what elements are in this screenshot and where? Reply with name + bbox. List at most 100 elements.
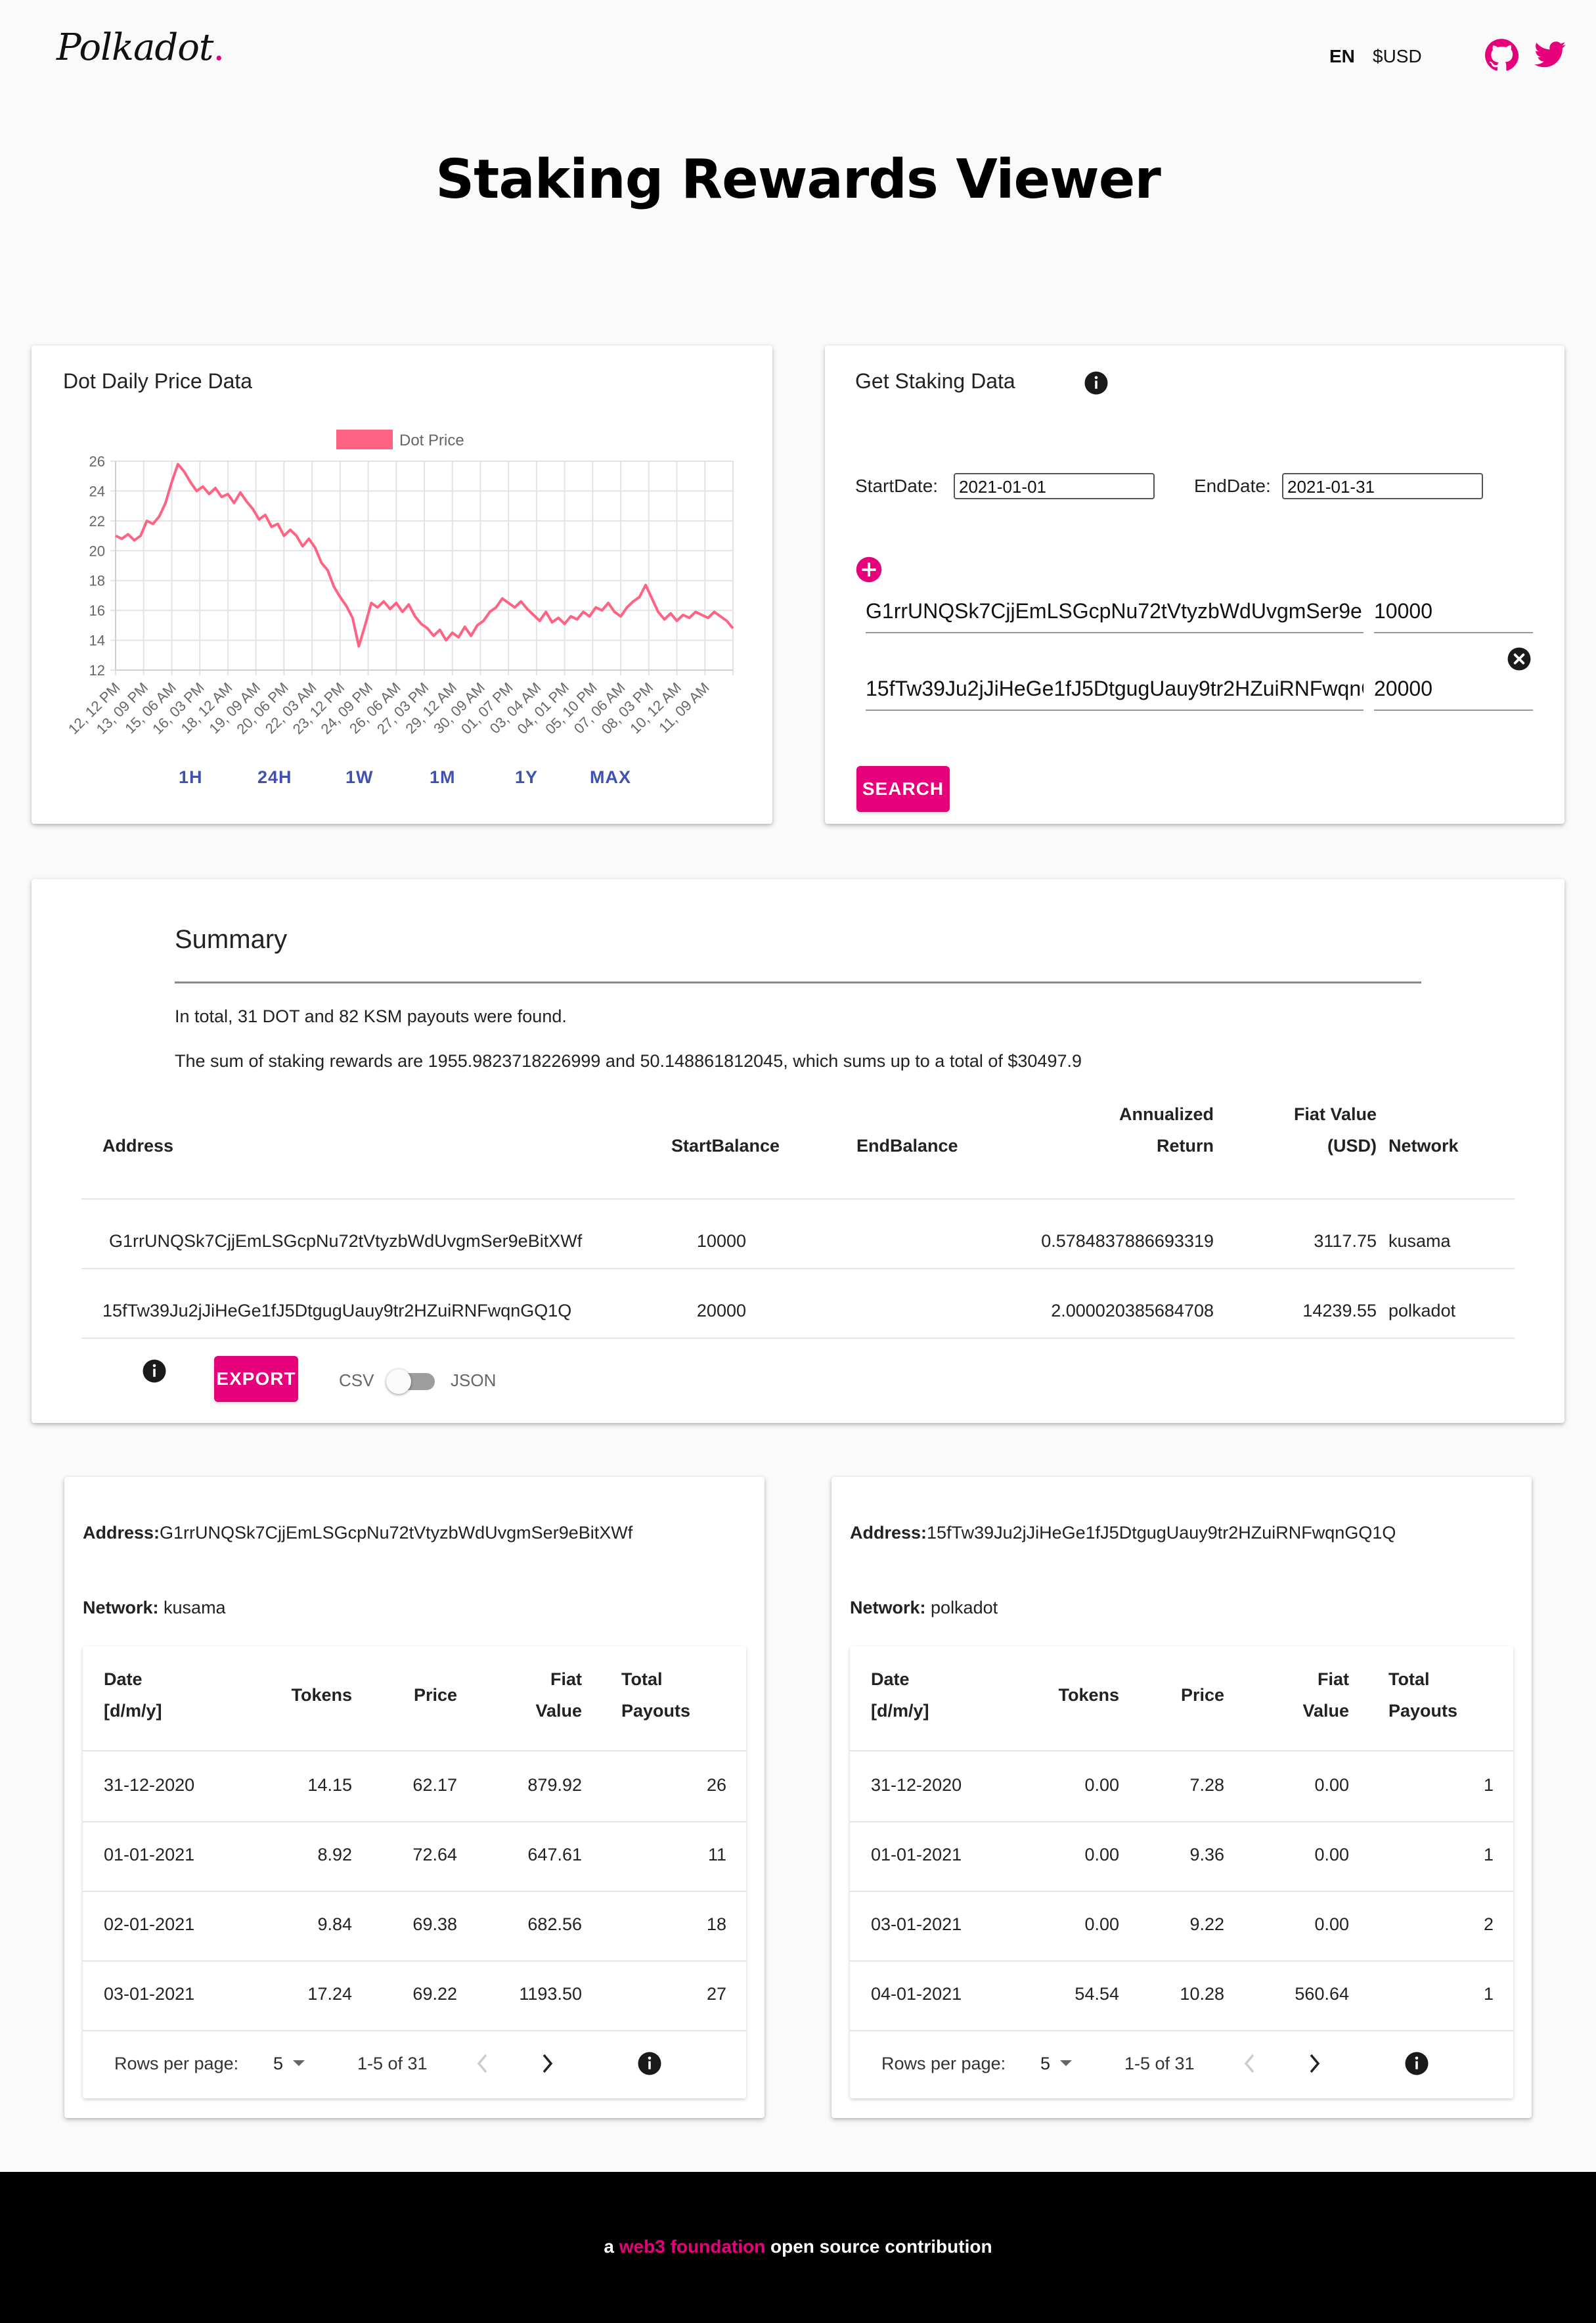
col-fiat-value: Fiat Value (1218, 1663, 1349, 1726)
summary-line-1: In total, 31 DOT and 82 KSM payouts were… (175, 1006, 567, 1026)
cell-payouts: 2 (1483, 1914, 1494, 1934)
cell-date: 31-12-2020 (104, 1775, 195, 1795)
range-button[interactable]: 1H (179, 767, 203, 788)
col-address: Address (102, 1136, 174, 1156)
format-toggle[interactable] (386, 1368, 439, 1394)
detail-address-label: Address: (850, 1523, 927, 1543)
cell-payouts: 1 (1483, 1984, 1494, 2004)
col-fiat-line1: Fiat Value (1293, 1104, 1377, 1124)
start-date-label: StartDate: (855, 476, 939, 496)
cell-price: 10.28 (1180, 1984, 1224, 2004)
detail-network-value: polkadot (931, 1598, 998, 1617)
col-fiat-line2: (USD) (1327, 1136, 1377, 1156)
amount-input-1[interactable]: 10000 (1374, 593, 1533, 633)
web3-foundation-link[interactable]: web3 foundation (619, 2236, 765, 2257)
info-icon[interactable] (141, 1357, 168, 1385)
detail-network-value: kusama (164, 1598, 226, 1617)
address-input-1[interactable]: G1rrUNQSk7CjjEmLSGcpNu72tVtyzbWdUvgmSer9… (866, 593, 1363, 633)
legend-swatch (336, 430, 393, 449)
range-button[interactable]: 1Y (515, 767, 538, 788)
col-total-payouts: Total Payouts (1388, 1663, 1457, 1726)
col-date-line2: [d/m/y] (871, 1701, 929, 1721)
cell-date: 31-12-2020 (871, 1775, 962, 1795)
col-annualized-return: Annualized Return (1056, 1098, 1214, 1162)
language-selector[interactable]: EN (1329, 46, 1355, 67)
currency-selector[interactable]: $USD (1373, 46, 1422, 67)
row-divider (850, 1750, 1513, 1751)
payout-table: Date [d/m/y] Tokens Price Fiat Value Total… (83, 1646, 746, 2098)
next-page-icon[interactable] (539, 2052, 556, 2075)
col-network: Network (1388, 1136, 1459, 1156)
github-icon[interactable] (1484, 38, 1518, 72)
col-fiat-line1: Fiat (1317, 1669, 1349, 1689)
col-fiat-value: Fiat Value (USD) (1214, 1098, 1377, 1162)
summary-divider (175, 981, 1421, 983)
prev-page-icon[interactable] (1241, 2052, 1258, 2075)
address-input-2[interactable]: 15fTw39Ju2jJiHeGe1fJ5DtgugUauy9tr2HZuiRN… (866, 670, 1363, 711)
info-icon[interactable] (636, 2050, 663, 2077)
detail-network-label: Network: (83, 1598, 159, 1617)
col-date-line1: Date (104, 1669, 143, 1689)
next-page-icon[interactable] (1306, 2052, 1323, 2075)
summary-row-network: polkadot (1388, 1301, 1456, 1320)
cell-fiat: 879.92 (527, 1775, 582, 1795)
detail-network-label: Network: (850, 1598, 926, 1617)
cell-fiat: 1193.50 (519, 1984, 582, 2004)
rows-per-page-select[interactable]: 5 (1040, 2048, 1086, 2077)
col-total-payouts: Total Payouts (621, 1663, 690, 1726)
prev-page-icon[interactable] (474, 2052, 491, 2075)
info-icon[interactable] (1403, 2050, 1430, 2077)
remove-address-icon[interactable] (1507, 646, 1532, 671)
amount-input-2[interactable]: 20000 (1374, 670, 1533, 711)
range-button[interactable]: 1W (345, 767, 374, 788)
rows-per-page-select[interactable]: 5 (273, 2048, 319, 2077)
cell-date: 03-01-2021 (104, 1984, 195, 2004)
row-divider (81, 1198, 1515, 1200)
polkadot-logo[interactable]: Polkadot. (56, 26, 225, 69)
summary-row-address: 15fTw39Ju2jJiHeGe1fJ5DtgugUauy9tr2HZuiRN… (102, 1301, 572, 1320)
address-detail-card: Address:G1rrUNQSk7CjjEmLSGcpNu72tVtyzbWd… (64, 1477, 765, 2118)
cell-price: 62.17 (412, 1775, 457, 1795)
col-fiat-line2: Value (535, 1701, 582, 1721)
y-tick-label: 18 (89, 573, 105, 589)
y-tick-label: 24 (89, 483, 105, 499)
twitter-icon[interactable] (1533, 38, 1567, 72)
rows-per-page-value: 5 (1040, 2054, 1051, 2073)
cell-payouts: 26 (706, 1775, 726, 1795)
export-button[interactable]: EXPORT (214, 1356, 298, 1402)
row-divider (83, 1821, 746, 1822)
col-annualized-line1: Annualized (1119, 1104, 1214, 1124)
footer-suffix: open source contribution (770, 2236, 992, 2257)
info-icon[interactable] (1082, 369, 1110, 397)
search-button[interactable]: SEARCH (856, 766, 950, 812)
range-button[interactable]: 1M (430, 767, 456, 788)
start-date-input[interactable]: 2021-01-01 (954, 473, 1155, 499)
detail-address: Address:G1rrUNQSk7CjjEmLSGcpNu72tVtyzbWd… (83, 1523, 632, 1543)
col-price: Price (1180, 1685, 1224, 1705)
y-tick-label: 20 (89, 543, 105, 559)
staking-form-card: Get Staking Data StartDate: 2021-01-01 E… (825, 346, 1564, 824)
cell-date: 04-01-2021 (871, 1984, 962, 2004)
cell-payouts: 1 (1483, 1775, 1494, 1795)
col-fiat-value: Fiat Value (451, 1663, 582, 1726)
rows-per-page-label: Rows per page: (114, 2054, 239, 2073)
row-divider (850, 2030, 1513, 2031)
cell-price: 69.38 (412, 1914, 457, 1934)
col-date-line1: Date (871, 1669, 910, 1689)
cell-fiat: 682.56 (527, 1914, 582, 1934)
col-total-line1: Total (1388, 1669, 1430, 1689)
logo-dot: . (213, 26, 225, 69)
range-button[interactable]: MAX (590, 767, 631, 788)
pagination-range: 1-5 of 31 (1124, 2054, 1195, 2073)
toggle-csv-label: CSV (339, 1370, 374, 1390)
col-end-balance: EndBalance (856, 1136, 958, 1156)
detail-network: Network: polkadot (850, 1598, 998, 1618)
row-divider (83, 1750, 746, 1751)
cell-date: 01-01-2021 (871, 1845, 962, 1864)
add-address-icon[interactable] (855, 556, 883, 583)
y-tick-label: 16 (89, 602, 105, 619)
range-button[interactable]: 24H (257, 767, 292, 788)
cell-payouts: 27 (706, 1984, 726, 2004)
end-date-input[interactable]: 2021-01-31 (1282, 473, 1483, 499)
cell-fiat: 647.61 (527, 1845, 582, 1864)
